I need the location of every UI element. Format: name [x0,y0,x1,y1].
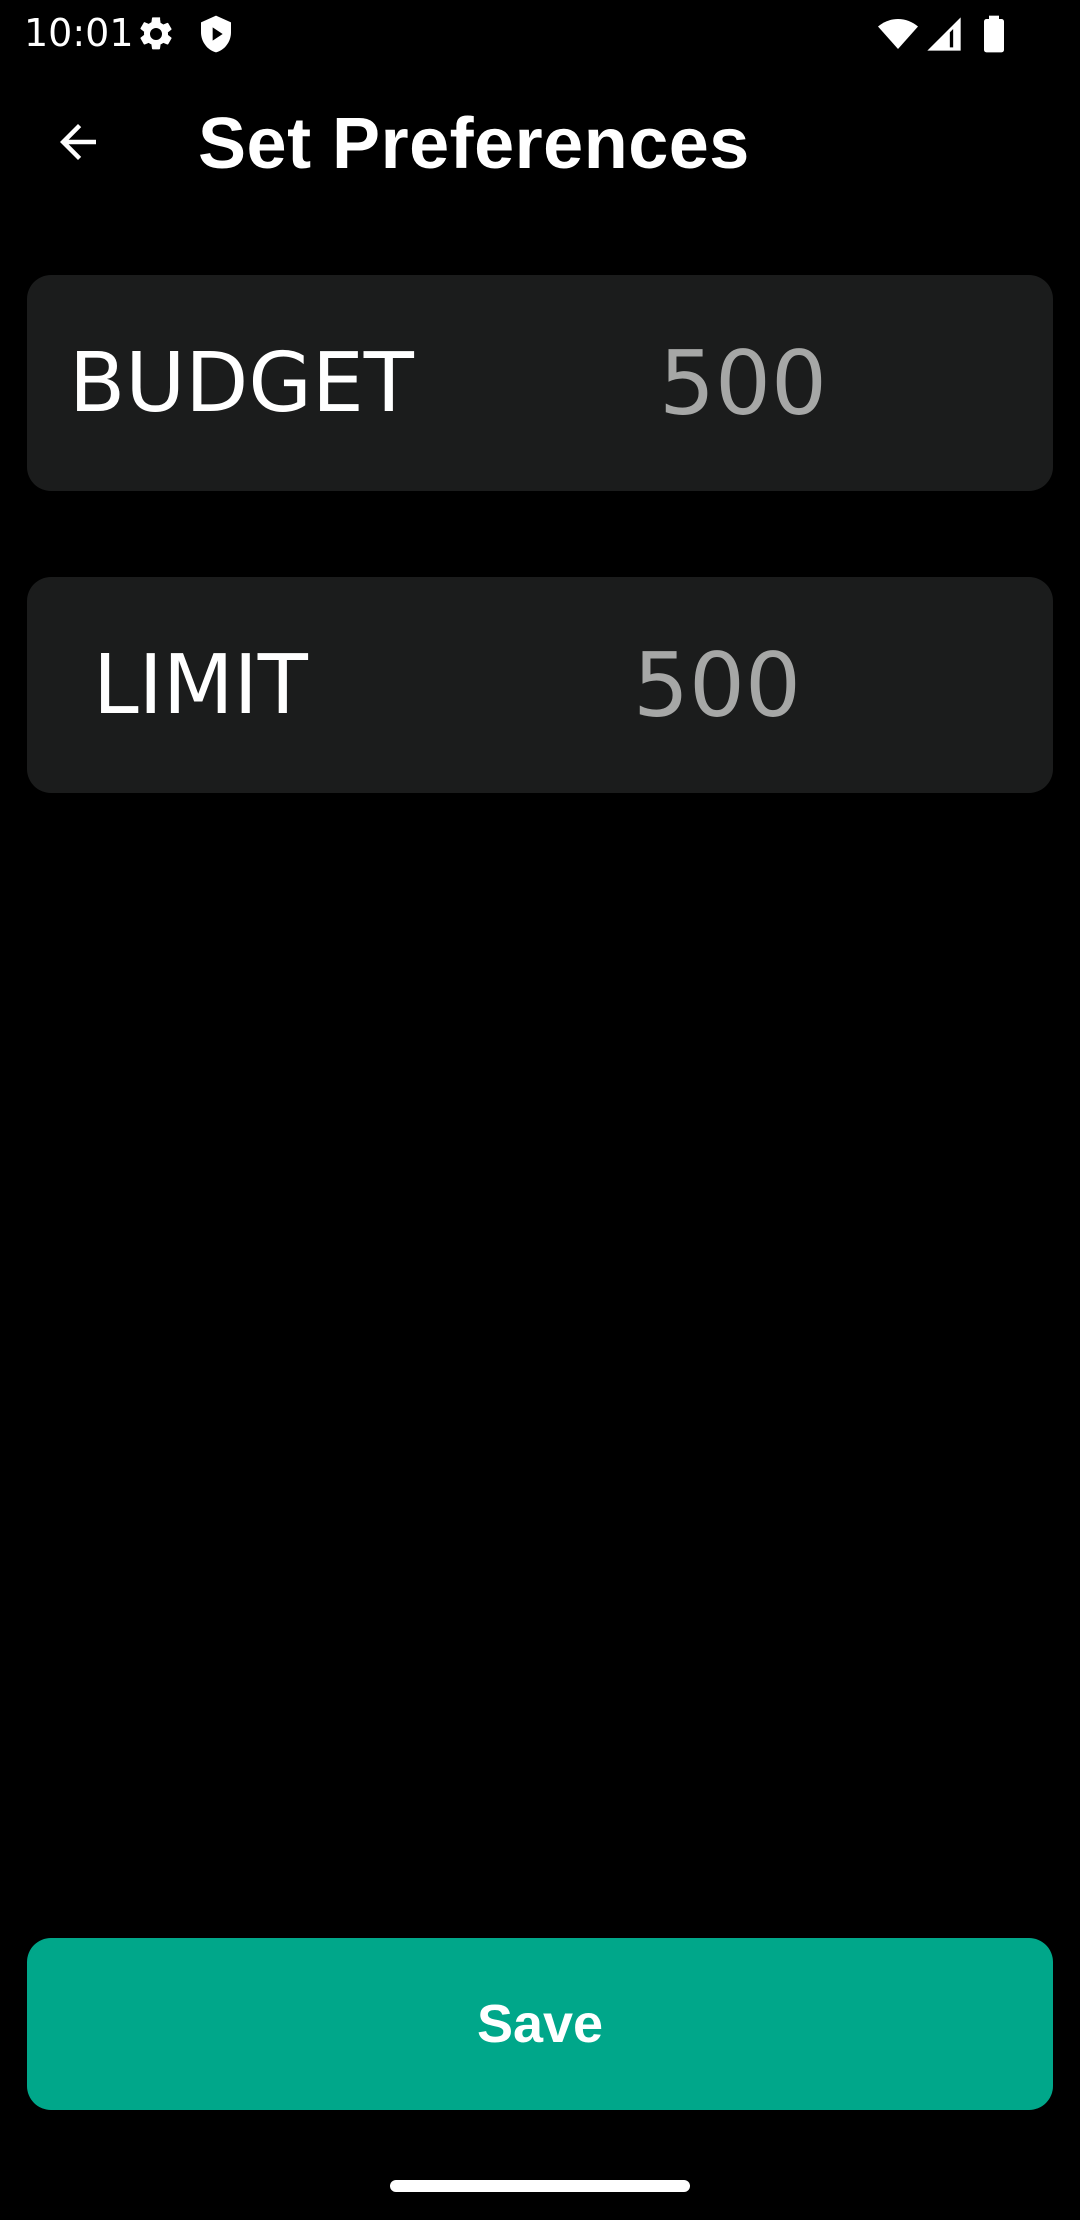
gesture-nav-handle[interactable] [390,2180,690,2192]
page-title: Set Preferences [198,104,750,184]
budget-input[interactable]: 500 [659,275,827,491]
budget-card: BUDGET 500 [27,275,1053,491]
wifi-icon [878,14,918,54]
limit-card: LIMIT 500 [27,577,1053,793]
limit-label: LIMIT [93,637,308,733]
app-bar: Set Preferences [0,66,1080,218]
status-time: 10:01 [24,11,134,55]
status-bar: 10:01 [0,0,1080,66]
battery-icon [974,14,1014,54]
shield-play-icon [196,14,236,54]
budget-label: BUDGET [69,335,414,431]
gear-icon [136,14,176,54]
save-button[interactable]: Save [27,1938,1053,2110]
arrow-left-icon [51,115,105,174]
limit-input[interactable]: 500 [633,577,801,793]
cellular-signal-icon [924,14,964,54]
back-button[interactable] [40,106,116,182]
